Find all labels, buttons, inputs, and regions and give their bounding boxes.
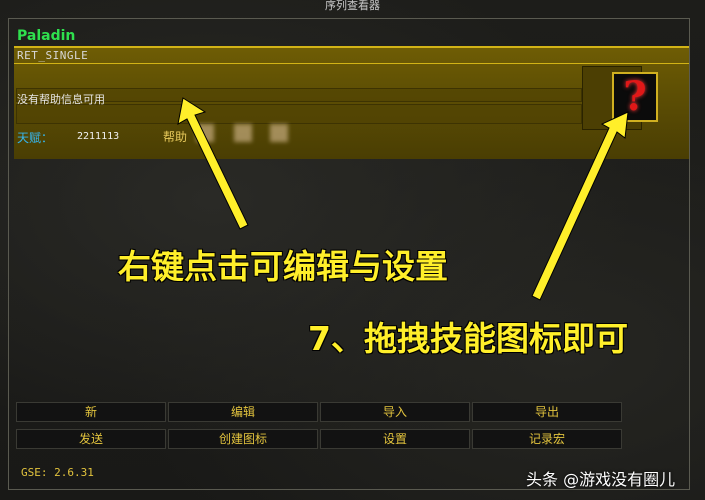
create-icon-button[interactable]: 创建图标	[168, 429, 318, 449]
import-button[interactable]: 导入	[320, 402, 470, 422]
version-label: GSE: 2.6.31	[21, 466, 94, 479]
send-button[interactable]: 发送	[16, 429, 166, 449]
drag-hint-annotation: 7、拖拽技能图标即可	[308, 319, 628, 358]
new-button[interactable]: 新	[16, 402, 166, 422]
edit-hint-annotation: 右键点击可编辑与设置	[118, 247, 448, 286]
record-macro-button[interactable]: 记录宏	[472, 429, 622, 449]
watermark: 头条 @游戏没有圈儿	[526, 470, 676, 489]
arrow-to-icon-icon	[531, 111, 629, 301]
edit-button[interactable]: 编辑	[168, 402, 318, 422]
settings-button[interactable]: 设置	[320, 429, 470, 449]
arrow-to-help-icon	[177, 97, 249, 230]
export-button[interactable]: 导出	[472, 402, 622, 422]
